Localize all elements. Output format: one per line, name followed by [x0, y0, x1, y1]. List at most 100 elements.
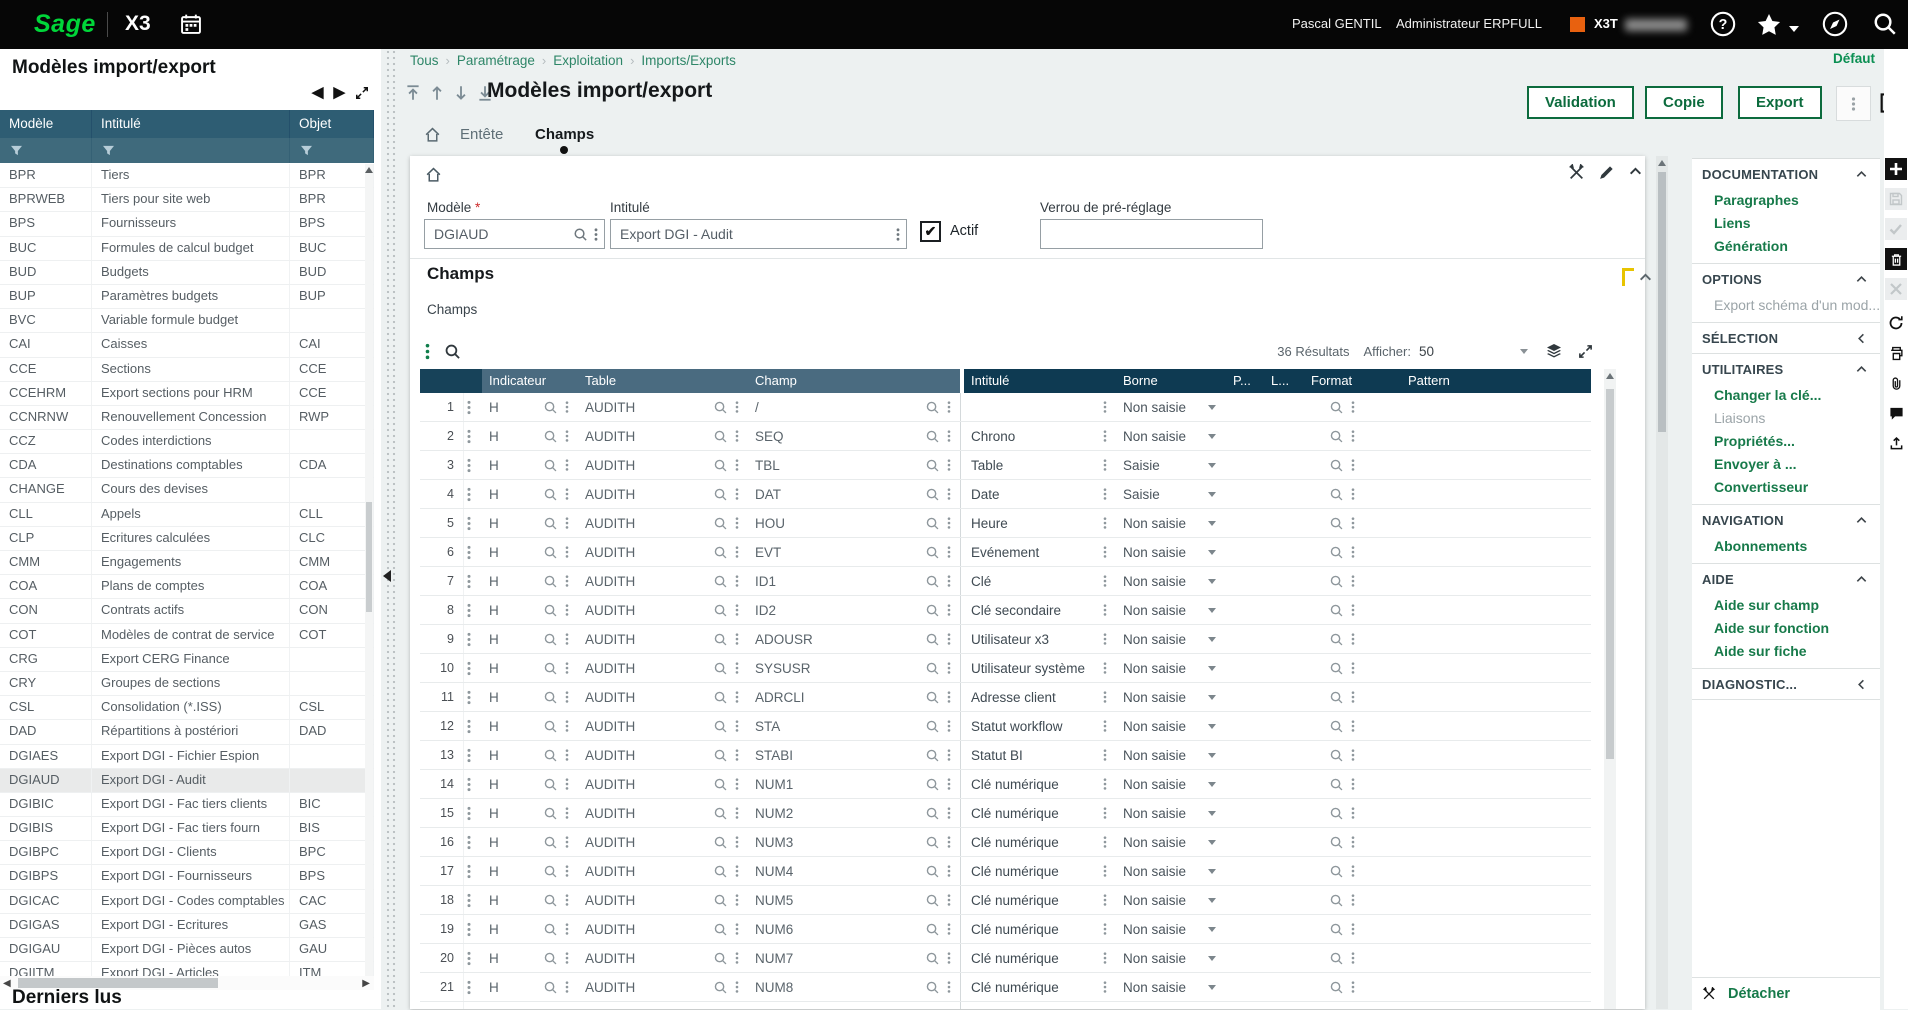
cell-pattern[interactable]	[1401, 712, 1591, 740]
cell-menu-icon[interactable]	[1351, 632, 1355, 646]
delete-trash-icon[interactable]	[1885, 248, 1907, 270]
row-menu-icon[interactable]	[464, 915, 482, 943]
section-chevron-icon[interactable]	[1855, 363, 1868, 376]
cell-menu-icon[interactable]	[1103, 806, 1107, 820]
lookup-icon[interactable]	[925, 487, 940, 502]
breadcrumb-tous[interactable]: Tous	[410, 53, 439, 68]
row-menu-icon[interactable]	[464, 944, 482, 972]
cell-menu-icon[interactable]	[1103, 545, 1107, 559]
cell-menu-icon[interactable]	[735, 429, 739, 443]
previous-record-icon[interactable]	[429, 84, 445, 102]
grid-row[interactable]: 20 H AUDITH NUM7 Clé numérique Non saisi…	[420, 944, 1591, 973]
column-header-modele[interactable]: Modèle	[0, 110, 92, 138]
cell-pattern[interactable]	[1401, 596, 1591, 624]
cell-menu-icon[interactable]	[1103, 951, 1107, 965]
cell-table[interactable]: AUDITH	[578, 509, 748, 537]
cell-table[interactable]: AUDITH	[578, 886, 748, 914]
cell-menu-icon[interactable]	[735, 835, 739, 849]
lookup-icon[interactable]	[543, 951, 558, 966]
cell-champ[interactable]: NUM1	[748, 770, 960, 798]
cell-table[interactable]: AUDITH	[578, 857, 748, 885]
cell-menu-icon[interactable]	[1351, 487, 1355, 501]
cell-indicateur[interactable]: H	[482, 799, 578, 827]
cell-intitule[interactable]: Utilisateur système	[964, 654, 1116, 682]
cell-menu-icon[interactable]	[947, 429, 951, 443]
grid-row[interactable]: 2 H AUDITH SEQ Chrono Non saisie	[420, 422, 1591, 451]
scrollbar-thumb[interactable]	[1658, 172, 1666, 432]
collapse-section-icon[interactable]	[1628, 164, 1643, 181]
panel-link[interactable]: Abonnements	[1692, 535, 1880, 558]
cell-indicateur[interactable]: H	[482, 1002, 578, 1009]
cell-format[interactable]	[1304, 683, 1401, 711]
cell-p[interactable]	[1226, 538, 1264, 566]
cell-indicateur[interactable]: H	[482, 509, 578, 537]
dropdown-caret-icon[interactable]	[1208, 434, 1216, 439]
cell-l[interactable]	[1264, 625, 1304, 653]
cell-format[interactable]	[1304, 741, 1401, 769]
cell-pattern[interactable]	[1401, 538, 1591, 566]
cell-p[interactable]	[1226, 799, 1264, 827]
cell-table[interactable]: AUDITH	[578, 973, 748, 1001]
cell-champ[interactable]: NUM3	[748, 828, 960, 856]
cell-l[interactable]	[1264, 538, 1304, 566]
model-list-row[interactable]: BUC Formules de calcul budget BUC	[0, 237, 374, 261]
model-list-row[interactable]: DGIGAS Export DGI - Ecritures GAS	[0, 914, 374, 938]
cell-pattern[interactable]	[1401, 857, 1591, 885]
dropdown-caret-icon[interactable]	[1208, 724, 1216, 729]
lookup-icon[interactable]	[925, 893, 940, 908]
row-menu-icon[interactable]	[464, 625, 482, 653]
cell-menu-icon[interactable]	[735, 951, 739, 965]
lookup-icon[interactable]	[925, 980, 940, 995]
cell-borne-select[interactable]: Non saisie	[1116, 944, 1226, 972]
lookup-icon[interactable]	[713, 719, 728, 734]
lookup-icon[interactable]	[1329, 864, 1344, 879]
grid-row[interactable]: 4 H AUDITH DAT Date Saisie	[420, 480, 1591, 509]
cell-format[interactable]	[1304, 625, 1401, 653]
filter-icon[interactable]	[92, 138, 290, 163]
panel-link[interactable]: Changer la clé...	[1692, 384, 1880, 407]
cell-table[interactable]: AUDITH	[578, 828, 748, 856]
cell-menu-icon[interactable]	[565, 777, 569, 791]
expand-panel-icon[interactable]	[355, 86, 369, 100]
cell-l[interactable]	[1264, 654, 1304, 682]
tools-icon[interactable]	[1568, 164, 1585, 181]
cell-l[interactable]	[1264, 741, 1304, 769]
cell-champ[interactable]: NUM4	[748, 857, 960, 885]
cell-table[interactable]: AUDITH	[578, 393, 748, 421]
page-size-value[interactable]: 50	[1419, 344, 1434, 359]
field-menu-icon[interactable]	[594, 227, 598, 242]
lookup-icon[interactable]	[1329, 690, 1344, 705]
grid-row[interactable]: 18 H AUDITH NUM5 Clé numérique Non saisi…	[420, 886, 1591, 915]
grid-search-icon[interactable]	[444, 343, 461, 360]
lookup-icon[interactable]	[925, 748, 940, 763]
dropdown-caret-icon[interactable]	[1208, 695, 1216, 700]
cell-menu-icon[interactable]	[735, 661, 739, 675]
cell-menu-icon[interactable]	[735, 748, 739, 762]
model-list-row[interactable]: CLL Appels CLL	[0, 503, 374, 527]
lookup-icon[interactable]	[543, 864, 558, 879]
panel-link[interactable]: Convertisseur	[1692, 476, 1880, 499]
lookup-icon[interactable]	[543, 980, 558, 995]
scroll-right-arrow[interactable]: ▶	[362, 978, 370, 989]
cell-l[interactable]	[1264, 712, 1304, 740]
column-header-table[interactable]: Table	[578, 369, 748, 393]
cell-l[interactable]	[1264, 799, 1304, 827]
cell-menu-icon[interactable]	[735, 516, 739, 530]
cell-l[interactable]	[1264, 770, 1304, 798]
cell-menu-icon[interactable]	[735, 980, 739, 994]
cell-borne-select[interactable]: Non saisie	[1116, 741, 1226, 769]
cell-p[interactable]	[1226, 944, 1264, 972]
lookup-icon[interactable]	[713, 487, 728, 502]
cell-menu-icon[interactable]	[947, 893, 951, 907]
cell-l[interactable]	[1264, 480, 1304, 508]
lookup-icon[interactable]	[1329, 980, 1344, 995]
cell-menu-icon[interactable]	[1103, 400, 1107, 414]
cell-menu-icon[interactable]	[565, 922, 569, 936]
cell-menu-icon[interactable]	[947, 487, 951, 501]
section-header[interactable]: SÉLECTION	[1692, 323, 1880, 353]
cell-l[interactable]	[1264, 596, 1304, 624]
dropdown-caret-icon[interactable]	[1208, 840, 1216, 845]
cell-p[interactable]	[1226, 712, 1264, 740]
row-menu-icon[interactable]	[464, 886, 482, 914]
cell-format[interactable]	[1304, 538, 1401, 566]
